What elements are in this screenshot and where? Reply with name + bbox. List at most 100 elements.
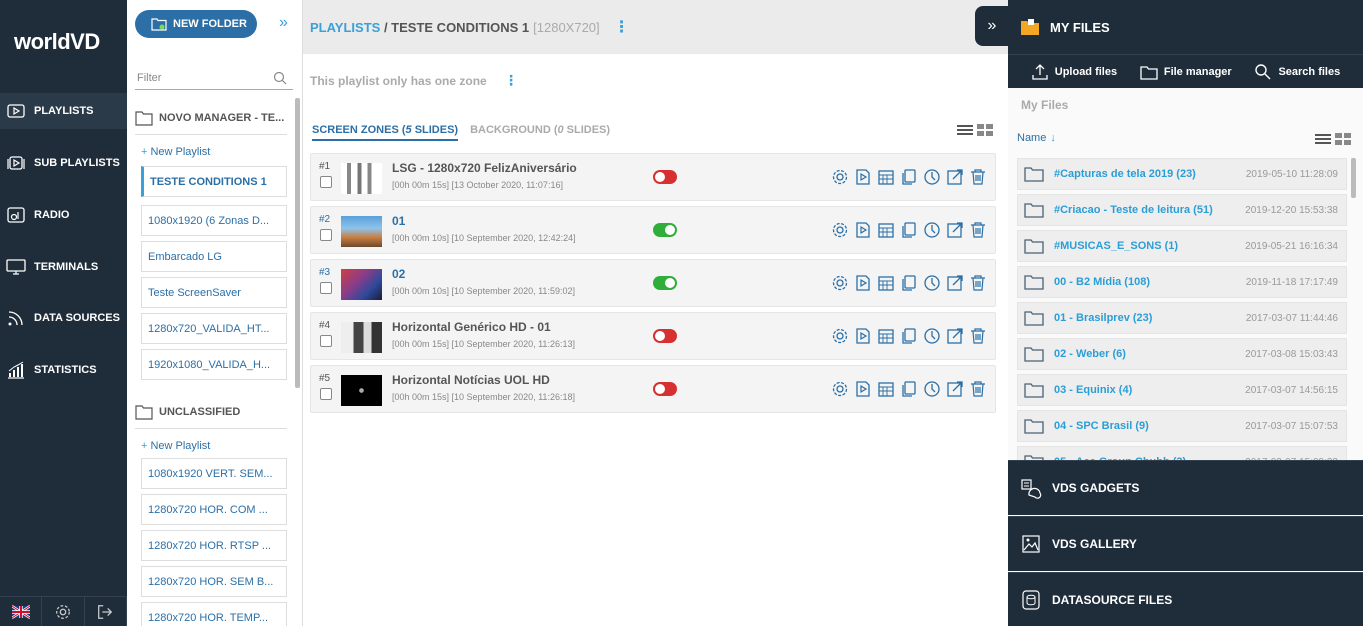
calendar-icon[interactable] bbox=[877, 168, 895, 186]
new-playlist-link[interactable]: + New Playlist bbox=[141, 440, 210, 452]
search-files-button[interactable]: Search files bbox=[1254, 63, 1340, 81]
slide-title[interactable]: Horizontal Genérico HD - 01 bbox=[392, 320, 551, 334]
expand-files-panel-chevron-icon[interactable]: » bbox=[975, 6, 1009, 46]
file-folder-row[interactable]: 00 - B2 Mídia (108) 2019-11-18 17:17:49 bbox=[1017, 266, 1347, 298]
slide-thumbnail[interactable] bbox=[341, 163, 382, 194]
language-flag-uk-icon[interactable] bbox=[0, 597, 43, 626]
vds-gallery-section[interactable]: VDS GALLERY bbox=[1008, 516, 1363, 571]
nav-item-sub-playlists[interactable]: SUB PLAYLISTS bbox=[0, 145, 127, 181]
settings-icon[interactable] bbox=[831, 327, 849, 345]
file-folder-row[interactable]: 01 - Brasilprev (23) 2017-03-07 11:44:46 bbox=[1017, 302, 1347, 334]
slide-checkbox[interactable] bbox=[320, 229, 332, 241]
calendar-icon[interactable] bbox=[877, 221, 895, 239]
file-folder-row[interactable]: 05 - Ace Group Chubb (3)2017-03-07 15:09… bbox=[1017, 446, 1347, 460]
playlist-item[interactable]: 1280x720 HOR. SEM B... bbox=[141, 566, 287, 597]
slide-row[interactable]: #3 02 [00h 00m 10s] [10 September 2020, 11… bbox=[310, 259, 996, 307]
folder-header[interactable]: UNCLASSIFIED bbox=[135, 400, 295, 424]
clock-icon[interactable] bbox=[923, 274, 941, 292]
slide-title[interactable]: LSG - 1280x720 FelizAniversário bbox=[392, 161, 577, 175]
tab-screen-zones[interactable]: SCREEN ZONES (5 SLIDES) bbox=[312, 124, 459, 141]
file-manager-button[interactable]: File manager bbox=[1140, 63, 1232, 81]
playlist-item[interactable]: 1080x1920 (6 Zonas D... bbox=[141, 205, 287, 236]
tab-background[interactable]: BACKGROUND (0 SLIDES) bbox=[470, 124, 610, 141]
breadcrumb-root-link[interactable]: PLAYLISTS bbox=[310, 20, 380, 35]
trash-icon[interactable] bbox=[969, 274, 987, 292]
settings-icon[interactable] bbox=[831, 168, 849, 186]
copy-icon[interactable] bbox=[900, 380, 918, 398]
move-icon[interactable] bbox=[946, 274, 964, 292]
slide-checkbox[interactable] bbox=[320, 282, 332, 294]
clock-icon[interactable] bbox=[923, 221, 941, 239]
filter-input[interactable]: Filter bbox=[135, 66, 293, 90]
new-playlist-link[interactable]: + New Playlist bbox=[141, 146, 210, 158]
clock-icon[interactable] bbox=[923, 327, 941, 345]
playlist-item[interactable]: Embarcado LG bbox=[141, 241, 287, 272]
slide-enabled-toggle[interactable] bbox=[653, 382, 677, 396]
slide-title[interactable]: 02 bbox=[392, 267, 405, 281]
slide-thumbnail[interactable] bbox=[341, 216, 382, 247]
upload-files-button[interactable]: Upload files bbox=[1031, 63, 1117, 81]
folder-header[interactable]: NOVO MANAGER - TE... bbox=[135, 106, 295, 130]
nav-item-data-sources[interactable]: DATA SOURCES bbox=[0, 300, 127, 336]
calendar-icon[interactable] bbox=[877, 274, 895, 292]
playlist-item[interactable]: 1280x720 HOR. RTSP ... bbox=[141, 530, 287, 561]
settings-icon[interactable] bbox=[831, 274, 849, 292]
playlist-item[interactable]: 1920x1080_VALIDA_H... bbox=[141, 349, 287, 380]
slide-thumbnail[interactable] bbox=[341, 322, 382, 353]
slide-enabled-toggle[interactable] bbox=[653, 276, 677, 290]
logout-icon[interactable] bbox=[85, 597, 127, 626]
move-icon[interactable] bbox=[946, 168, 964, 186]
play-preview-icon[interactable] bbox=[854, 221, 872, 239]
file-folder-row[interactable]: #Capturas de tela 2019 (23) 2019-05-10 11… bbox=[1017, 158, 1347, 190]
grid-view-icon[interactable] bbox=[977, 124, 993, 136]
slide-enabled-toggle[interactable] bbox=[653, 170, 677, 184]
settings-gear-icon[interactable] bbox=[42, 597, 85, 626]
move-icon[interactable] bbox=[946, 380, 964, 398]
slide-row[interactable]: #5 Horizontal Notícias UOL HD [00h 00m 15s… bbox=[310, 365, 996, 413]
slide-row[interactable]: #1 LSG - 1280x720 FelizAniversário [00h 00… bbox=[310, 153, 996, 201]
settings-icon[interactable] bbox=[831, 380, 849, 398]
slide-thumbnail[interactable] bbox=[341, 269, 382, 300]
file-folder-row[interactable]: #MUSICAS_E_SONS (1) 2019-05-21 16:16:34 bbox=[1017, 230, 1347, 262]
slide-checkbox[interactable] bbox=[320, 388, 332, 400]
playlist-item[interactable]: 1280x720 HOR. COM ... bbox=[141, 494, 287, 525]
collapse-panel-chevron-icon[interactable]: » bbox=[279, 14, 288, 32]
new-folder-button[interactable]: NEW FOLDER bbox=[135, 10, 257, 38]
trash-icon[interactable] bbox=[969, 327, 987, 345]
scrollbar[interactable] bbox=[295, 98, 300, 388]
move-icon[interactable] bbox=[946, 221, 964, 239]
file-folder-row[interactable]: 04 - SPC Brasil (9) 2017-03-07 15:07:53 bbox=[1017, 410, 1347, 442]
file-folder-row[interactable]: 02 - Weber (6) 2017-03-08 15:03:43 bbox=[1017, 338, 1347, 370]
slide-row[interactable]: #4 Horizontal Genérico HD - 01 [00h 00m 15… bbox=[310, 312, 996, 360]
calendar-icon[interactable] bbox=[877, 327, 895, 345]
slide-row[interactable]: #2 01 [00h 00m 10s] [10 September 2020, 12… bbox=[310, 206, 996, 254]
playlist-item[interactable]: Teste ScreenSaver bbox=[141, 277, 287, 308]
playlist-item[interactable]: 1280x720 HOR. TEMP... bbox=[141, 602, 287, 626]
slide-title[interactable]: Horizontal Notícias UOL HD bbox=[392, 373, 550, 387]
datasource-files-section[interactable]: DATASOURCE FILES bbox=[1008, 572, 1363, 626]
nav-item-playlists[interactable]: PLAYLISTS bbox=[0, 93, 127, 129]
copy-icon[interactable] bbox=[900, 168, 918, 186]
slide-title[interactable]: 01 bbox=[392, 214, 405, 228]
playlist-item[interactable]: 1080x1920 VERT. SEM... bbox=[141, 458, 287, 489]
trash-icon[interactable] bbox=[969, 221, 987, 239]
list-view-icon[interactable] bbox=[1315, 133, 1331, 145]
nav-item-radio[interactable]: RADIO bbox=[0, 197, 127, 233]
copy-icon[interactable] bbox=[900, 327, 918, 345]
clock-icon[interactable] bbox=[923, 168, 941, 186]
my-files-header[interactable]: MY FILES bbox=[1008, 0, 1363, 54]
file-folder-row[interactable]: 03 - Equinix (4) 2017-03-07 14:56:15 bbox=[1017, 374, 1347, 406]
nav-item-terminals[interactable]: TERMINALS bbox=[0, 249, 127, 285]
playlist-item[interactable]: TESTE CONDITIONS 1 bbox=[141, 166, 287, 197]
scrollbar[interactable] bbox=[1351, 158, 1356, 198]
nav-item-statistics[interactable]: STATISTICS bbox=[0, 352, 127, 388]
copy-icon[interactable] bbox=[900, 274, 918, 292]
copy-icon[interactable] bbox=[900, 221, 918, 239]
slide-enabled-toggle[interactable] bbox=[653, 329, 677, 343]
vds-gadgets-section[interactable]: VDS GADGETS bbox=[1008, 460, 1363, 515]
calendar-icon[interactable] bbox=[877, 380, 895, 398]
slide-enabled-toggle[interactable] bbox=[653, 223, 677, 237]
file-folder-row[interactable]: #Criacao - Teste de leitura (51) 2019-12-… bbox=[1017, 194, 1347, 226]
sort-by-name-button[interactable]: Name ↓ bbox=[1017, 132, 1056, 144]
settings-icon[interactable] bbox=[831, 221, 849, 239]
